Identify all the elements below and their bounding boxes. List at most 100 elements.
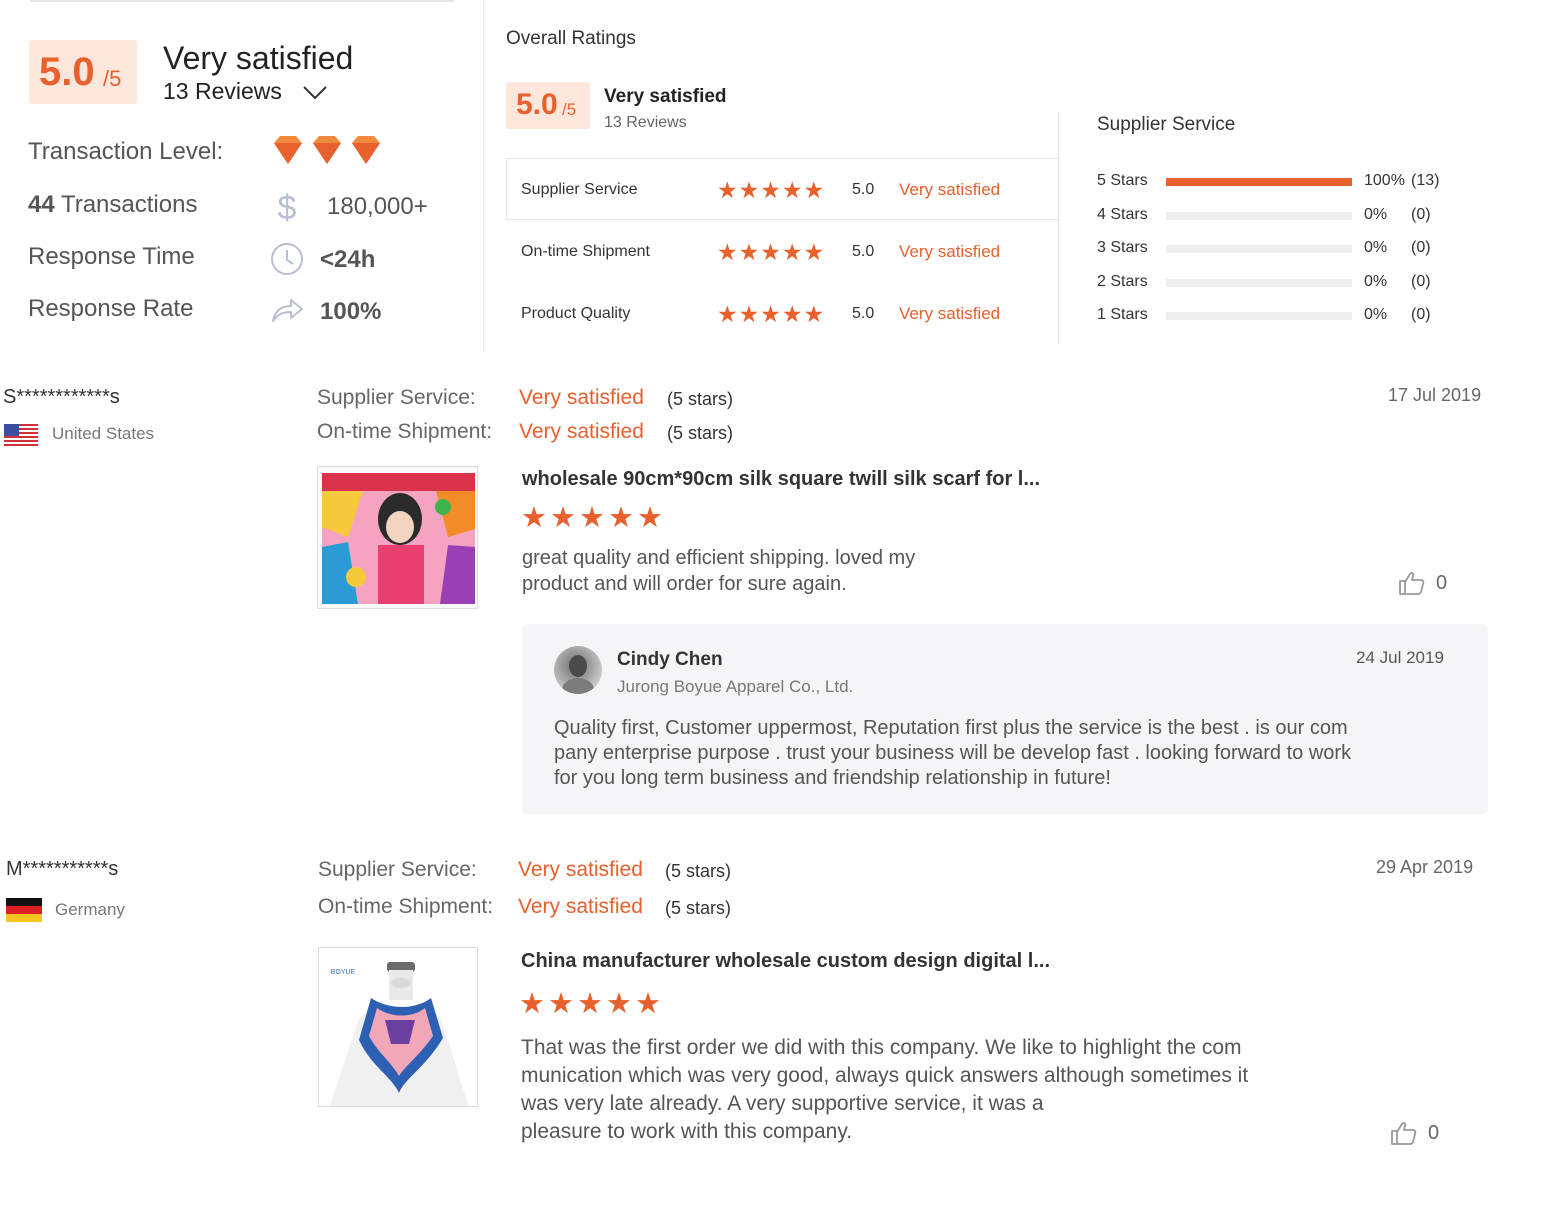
reply-text-line: pany enterprise purpose . trust your bus… — [554, 742, 1352, 764]
response-time-label: Response Time — [28, 243, 195, 270]
supplier-service-satisfaction: Very satisfied — [519, 386, 644, 409]
histogram-bar — [1166, 212, 1352, 220]
transactions-count: 44 — [28, 191, 55, 218]
brand-logo: BOYUE — [331, 969, 356, 976]
review-text-line: munication which was very good, always q… — [521, 1064, 1249, 1087]
share-arrow-icon — [272, 299, 303, 322]
review-text-line: was very late already. A very supportive… — [521, 1092, 1044, 1115]
supplier-service-stars: (5 stars) — [665, 861, 732, 881]
overall-score-badge: 5.0 /5 — [506, 82, 590, 129]
summary-score-badge: 5.0 /5 — [29, 40, 137, 104]
like-count: 0 — [1428, 1122, 1440, 1144]
overall-score: 5.0 — [516, 88, 558, 121]
rating-row-border — [506, 158, 507, 220]
histogram-row-percent: 0% — [1364, 306, 1388, 323]
reviewer-name: S************s — [3, 386, 120, 408]
histogram-row-percent: 0% — [1364, 206, 1388, 223]
transactions-count-row: 44 Transactions — [28, 191, 197, 219]
reviewer-name: M***********s — [6, 858, 119, 880]
rating-row-satisfaction: Very satisfied — [899, 242, 1001, 261]
summary-satisfaction: Very satisfied — [163, 40, 354, 76]
histogram-bar-fill — [1166, 178, 1352, 186]
reply-date: 24 Jul 2019 — [1356, 648, 1444, 667]
shipment-satisfaction: Very satisfied — [519, 420, 644, 443]
reply-text-line: Quality first, Customer uppermost, Reput… — [554, 717, 1348, 739]
rating-row-divider — [506, 219, 1058, 220]
rating-row-stars: ★★★★★ — [717, 177, 826, 203]
shipment-stars: (5 stars) — [667, 423, 734, 443]
rating-row-label: Product Quality — [521, 305, 631, 322]
review-text-line: great quality and efficient shipping. lo… — [522, 547, 916, 569]
shipment-label: On-time Shipment: — [317, 420, 493, 443]
scarf-mannequin-image: BOYUE — [329, 962, 469, 1106]
summary-reviews-toggle[interactable]: 13 Reviews — [163, 78, 282, 105]
transactions-amount: 180,000+ — [327, 193, 428, 220]
rating-row-score: 5.0 — [852, 181, 875, 198]
reviewer-country: United States — [52, 424, 155, 443]
overall-satisfaction: Very satisfied — [604, 86, 727, 107]
overall-reviews: 13 Reviews — [604, 114, 687, 131]
histogram-row-label: 3 Stars — [1097, 239, 1148, 256]
product-title-link[interactable]: wholesale 90cm*90cm silk square twill si… — [522, 468, 1040, 491]
histogram-bar — [1166, 245, 1352, 253]
reply-text-line: for you long term business and friendshi… — [554, 767, 1111, 789]
shipment-stars: (5 stars) — [665, 898, 732, 918]
product-title-link[interactable]: China manufacturer wholesale custom desi… — [521, 950, 1050, 973]
thumbs-up-icon[interactable] — [1398, 570, 1426, 596]
histogram-row: 2 Stars 0% (0) — [1097, 273, 1457, 293]
review-text: That was the first order we did with thi… — [521, 1034, 1248, 1146]
histogram-row-percent: 100% — [1364, 172, 1405, 189]
histogram-row-count: (0) — [1411, 306, 1431, 323]
transaction-level-diamonds — [272, 134, 392, 171]
rating-row-score: 5.0 — [852, 243, 875, 260]
reply-company: Jurong Boyue Apparel Co., Ltd. — [617, 677, 854, 696]
histogram-row: 5 Stars 100% (13) — [1097, 172, 1457, 192]
transaction-level-label: Transaction Level: — [28, 138, 224, 165]
review-stars: ★★★★★ — [519, 988, 664, 1020]
diamond-icon — [274, 136, 302, 164]
thumbs-up-icon[interactable] — [1390, 1120, 1418, 1146]
rating-row-satisfaction: Very satisfied — [899, 304, 1001, 323]
histogram-row: 3 Stars 0% (0) — [1097, 239, 1457, 259]
review-text-line: product and will order for sure again. — [522, 573, 847, 595]
histogram-row-count: (0) — [1411, 239, 1431, 256]
review-text: great quality and efficient shipping. lo… — [522, 545, 915, 597]
dollar-icon: $ — [278, 189, 297, 225]
shipment-satisfaction: Very satisfied — [518, 895, 643, 918]
reviewer-country: Germany — [55, 900, 125, 919]
diamond-icon — [352, 136, 380, 164]
histogram-row-count: (0) — [1411, 273, 1431, 290]
rating-row-label: On-time Shipment — [521, 243, 650, 260]
scarf-image — [322, 473, 475, 604]
overall-ratings-title: Overall Ratings — [506, 28, 636, 49]
panel-divider — [483, 0, 484, 352]
histogram-bar — [1166, 312, 1352, 320]
svg-text:$: $ — [278, 189, 297, 225]
response-rate-value: 100% — [320, 298, 382, 325]
histogram-row-label: 4 Stars — [1097, 206, 1148, 223]
chevron-down-icon[interactable] — [302, 84, 328, 100]
review-date: 17 Jul 2019 — [1388, 385, 1482, 405]
histogram-row-percent: 0% — [1364, 273, 1388, 290]
reply-text: Quality first, Customer uppermost, Reput… — [554, 716, 1464, 791]
product-thumbnail[interactable] — [317, 466, 478, 609]
supplier-service-stars: (5 stars) — [667, 389, 734, 409]
transactions-label: Transactions — [54, 191, 198, 218]
review-stars: ★★★★★ — [521, 502, 666, 534]
histogram-bar — [1166, 178, 1352, 186]
response-time-value: <24h — [320, 246, 376, 273]
histogram-row-label: 5 Stars — [1097, 172, 1148, 189]
supplier-service-label: Supplier Service: — [318, 858, 477, 881]
rating-row-stars: ★★★★★ — [717, 239, 826, 265]
product-thumbnail[interactable]: BOYUE — [318, 947, 478, 1107]
histogram-row-count: (0) — [1411, 206, 1431, 223]
histogram-row-percent: 0% — [1364, 239, 1388, 256]
histogram-row-label: 2 Stars — [1097, 273, 1148, 290]
summary-score: 5.0 — [39, 50, 95, 94]
rating-row-label: Supplier Service — [521, 181, 638, 198]
shipment-label: On-time Shipment: — [318, 895, 494, 918]
histogram-title: Supplier Service — [1097, 114, 1236, 135]
panel-vertical-divider — [1058, 112, 1059, 344]
histogram-bar — [1166, 279, 1352, 287]
response-rate-label: Response Rate — [28, 295, 194, 322]
